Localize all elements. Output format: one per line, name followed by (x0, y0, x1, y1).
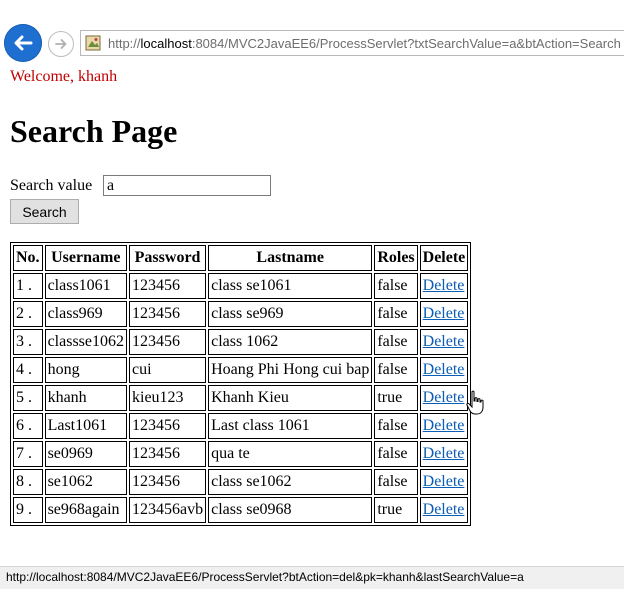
hand-pointer-icon (466, 390, 484, 415)
table-row: 5 . khanh kieu123 Khanh Kieu true Delete (13, 385, 469, 411)
url-prefix: http:// (108, 36, 141, 51)
cell-delete: Delete (419, 441, 469, 467)
cell-password: 123456 (129, 441, 207, 467)
cell-password: 123456 (129, 301, 207, 327)
url-rest: :8084/MVC2JavaEE6/ProcessServlet?txtSear… (191, 36, 621, 51)
status-bar: http://localhost:8084/MVC2JavaEE6/Proces… (0, 566, 624, 589)
table-row: 6 . Last1061 123456 Last class 1061 fals… (13, 413, 469, 439)
cell-username: classse1062 (44, 329, 127, 355)
cell-lastname: Hoang Phi Hong cui bap (208, 357, 373, 383)
cell-username: Last1061 (44, 413, 127, 439)
cell-roles: true (374, 497, 418, 523)
cell-lastname: class se0968 (208, 497, 373, 523)
cell-username: se0969 (44, 441, 127, 467)
cell-password: kieu123 (129, 385, 207, 411)
forward-button[interactable] (48, 31, 74, 57)
column-header-roles: Roles (374, 245, 418, 271)
page-title: Search Page (10, 113, 178, 149)
cell-delete: Delete (419, 329, 469, 355)
address-bar[interactable]: http://localhost:8084/MVC2JavaEE6/Proces… (80, 30, 624, 56)
url-host: localhost (140, 36, 192, 51)
cell-no: 7 . (13, 441, 43, 467)
cell-no: 5 . (13, 385, 43, 411)
cell-password: 123456 (129, 469, 207, 495)
cell-username: se968again (44, 497, 127, 523)
delete-link[interactable]: Delete (423, 501, 465, 518)
cell-roles: false (374, 413, 418, 439)
cell-no: 1 . (13, 273, 43, 299)
back-button[interactable] (4, 24, 42, 62)
search-input[interactable] (103, 175, 271, 196)
table-header-row: No. Username Password Lastname Roles Del… (13, 245, 469, 271)
column-header-password: Password (129, 245, 207, 271)
address-url[interactable]: http://localhost:8084/MVC2JavaEE6/Proces… (108, 36, 621, 51)
cell-no: 3 . (13, 329, 43, 355)
back-arrow-icon (14, 35, 33, 51)
cell-no: 9 . (13, 497, 43, 523)
delete-link[interactable]: Delete (423, 361, 465, 378)
delete-link[interactable]: Delete (423, 277, 465, 294)
cell-roles: false (374, 469, 418, 495)
delete-link[interactable]: Delete (423, 389, 465, 406)
cell-username: se1062 (44, 469, 127, 495)
cell-lastname: qua te (208, 441, 373, 467)
cell-no: 2 . (13, 301, 43, 327)
column-header-username: Username (44, 245, 127, 271)
cell-password: cui (129, 357, 207, 383)
cell-lastname: class se1062 (208, 469, 373, 495)
cell-no: 6 . (13, 413, 43, 439)
welcome-message: Welcome, khanh (10, 68, 118, 85)
cell-password: 123456 (129, 273, 207, 299)
cell-no: 8 . (13, 469, 43, 495)
delete-link[interactable]: Delete (423, 473, 465, 490)
table-row: 1 . class1061 123456 class se1061 false … (13, 273, 469, 299)
cell-username: hong (44, 357, 127, 383)
column-header-no: No. (13, 245, 43, 271)
cell-roles: false (374, 357, 418, 383)
table-row: 9 . se968again 123456avb class se0968 tr… (13, 497, 469, 523)
cell-username: khanh (44, 385, 127, 411)
table-row: 8 . se1062 123456 class se1062 false Del… (13, 469, 469, 495)
cell-delete: Delete (419, 301, 469, 327)
delete-link[interactable]: Delete (423, 333, 465, 350)
cell-password: 123456 (129, 329, 207, 355)
page-icon (85, 35, 101, 51)
delete-link[interactable]: Delete (423, 417, 465, 434)
delete-link[interactable]: Delete (423, 305, 465, 322)
cell-delete: Delete (419, 497, 469, 523)
cell-delete: Delete (419, 413, 469, 439)
table-row: 2 . class969 123456 class se969 false De… (13, 301, 469, 327)
cell-lastname: Last class 1061 (208, 413, 373, 439)
table-row: 7 . se0969 123456 qua te false Delete (13, 441, 469, 467)
table-row: 4 . hong cui Hoang Phi Hong cui bap fals… (13, 357, 469, 383)
results-table: No. Username Password Lastname Roles Del… (10, 242, 472, 526)
cell-roles: false (374, 329, 418, 355)
cell-password: 123456 (129, 413, 207, 439)
column-header-delete: Delete (419, 245, 469, 271)
delete-link[interactable]: Delete (423, 445, 465, 462)
search-label: Search value (10, 177, 93, 194)
browser-toolbar: http://localhost:8084/MVC2JavaEE6/Proces… (0, 0, 624, 62)
cell-roles: false (374, 301, 418, 327)
cell-no: 4 . (13, 357, 43, 383)
cell-delete: Delete (419, 469, 469, 495)
cell-lastname: class se969 (208, 301, 373, 327)
cell-lastname: Khanh Kieu (208, 385, 373, 411)
column-header-lastname: Lastname (208, 245, 373, 271)
cell-roles: true (374, 385, 418, 411)
cell-lastname: class 1062 (208, 329, 373, 355)
cell-roles: false (374, 441, 418, 467)
search-button[interactable]: Search (10, 199, 79, 224)
cell-delete: Delete (419, 273, 469, 299)
cell-password: 123456avb (129, 497, 207, 523)
cell-delete: Delete (419, 385, 469, 411)
cell-roles: false (374, 273, 418, 299)
forward-arrow-icon (55, 39, 67, 49)
cell-username: class1061 (44, 273, 127, 299)
cell-lastname: class se1061 (208, 273, 373, 299)
cell-username: class969 (44, 301, 127, 327)
status-url: http://localhost:8084/MVC2JavaEE6/Proces… (6, 570, 524, 584)
table-row: 3 . classse1062 123456 class 1062 false … (13, 329, 469, 355)
cell-delete: Delete (419, 357, 469, 383)
